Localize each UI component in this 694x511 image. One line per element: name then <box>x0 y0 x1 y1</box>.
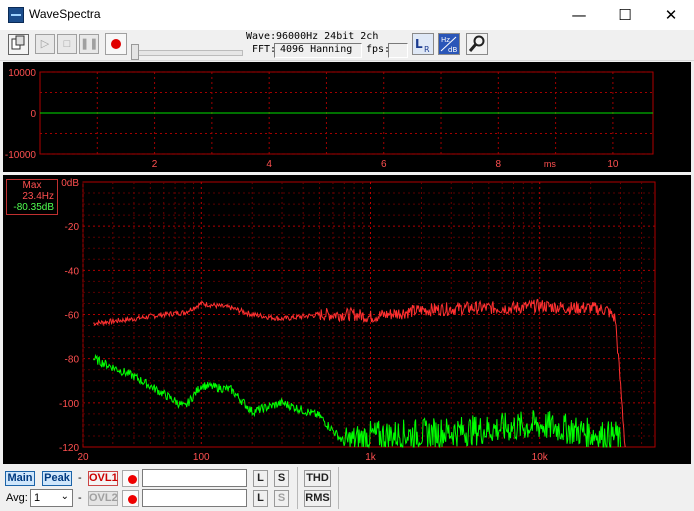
toolbar: ▷ □ ❚❚ Wave: 96000Hz 24bit 2ch FFT: 4096… <box>0 30 694 61</box>
waveform-plot: 10000 0 -10000 2 4 6 8 10 ms <box>5 68 654 170</box>
spectrum-x-tick: 100 <box>193 452 210 463</box>
spectrum-y-tick: -40 <box>65 266 80 277</box>
waveform-panel: 10000 0 -10000 2 4 6 8 10 ms <box>3 62 691 172</box>
wave-format: 96000Hz 24bit 2ch <box>276 31 379 42</box>
maximize-button[interactable]: ☐ <box>602 0 648 30</box>
spectrum-x-tick: 10k <box>532 452 549 463</box>
channel-lr-icon: LR <box>415 37 430 54</box>
rms-button[interactable]: RMS <box>304 490 331 507</box>
ovl2-save-button[interactable]: S <box>274 490 289 507</box>
ovl1-load-button[interactable]: L <box>253 470 268 487</box>
fft-label: FFT: <box>252 44 277 55</box>
fps-field <box>388 43 408 58</box>
spectrum-x-tick: 20 <box>77 452 89 463</box>
ovl2-load-button[interactable]: L <box>253 490 268 507</box>
svg-text:L: L <box>415 37 423 51</box>
chevron-down-icon: ⌄ <box>60 491 69 502</box>
fft-setting: 4096 Hanning <box>280 44 353 55</box>
spectrum-panel: 0dB -20 -40 -60 -80 -100 -120 20 100 1k 10k Max 23… <box>3 175 691 464</box>
avg-label: Avg: <box>6 492 28 504</box>
readout-title: Max <box>22 180 42 191</box>
divider <box>297 467 298 509</box>
avg-value: 1 <box>34 492 41 504</box>
wave-label: Wave: <box>246 31 277 42</box>
separator-dash-1: - <box>78 472 82 484</box>
hz-db-icon: Hz dB <box>439 34 459 54</box>
stop-button[interactable]: □ <box>57 34 77 54</box>
thd-button[interactable]: THD <box>304 470 331 487</box>
separator-dash-2: - <box>78 492 82 504</box>
spectrum-y-tick: 0dB <box>61 178 79 189</box>
title-bar: WaveSpectra — ☐ ✕ <box>0 0 694 30</box>
close-button[interactable]: ✕ <box>648 0 694 30</box>
minimize-button[interactable]: — <box>556 0 602 30</box>
readout-frequency: 23.4Hz <box>22 191 54 202</box>
settings-button[interactable] <box>466 33 488 55</box>
ovl1-button[interactable]: OVL1 <box>88 471 118 486</box>
ovl1-name-field[interactable] <box>142 469 247 487</box>
spectrum-y-tick: -60 <box>65 311 80 322</box>
spectrum-y-tick: -80 <box>65 355 80 366</box>
pause-icon: ❚❚ <box>80 38 99 50</box>
svg-text:R: R <box>424 45 430 54</box>
wave-x-tick: 6 <box>381 159 387 170</box>
spectrum-plot: 0dB -20 -40 -60 -80 -100 -12020 100 1k 10k <box>59 178 656 463</box>
play-button[interactable]: ▷ <box>35 34 55 54</box>
wave-x-tick: 8 <box>496 159 502 170</box>
clipboard-icon <box>11 35 25 50</box>
ovl1-record-button[interactable] <box>122 470 139 487</box>
fps-label: fps: <box>366 44 391 55</box>
wave-x-unit: ms <box>544 159 556 169</box>
app-icon <box>8 7 24 23</box>
peak-readout: Max 23.4Hz -80.35dB <box>6 179 58 215</box>
spectrum-y-tick: -120 <box>59 443 79 454</box>
wave-y-tick: 10000 <box>8 68 36 79</box>
position-slider-thumb[interactable] <box>131 44 139 60</box>
ovl2-record-button[interactable] <box>122 490 139 507</box>
spectrum-x-tick: 1k <box>365 452 377 463</box>
spectrum-trace-main <box>92 353 621 449</box>
avg-select[interactable]: 1 ⌄ <box>30 489 73 507</box>
spectrum-y-tick: -20 <box>65 222 80 233</box>
position-slider-track[interactable] <box>135 50 243 56</box>
svg-text:Hz: Hz <box>441 36 450 44</box>
svg-text:dB: dB <box>448 46 457 54</box>
readout-level: -80.35dB <box>13 202 54 213</box>
play-icon: ▷ <box>40 38 50 50</box>
window-title: WaveSpectra <box>29 7 101 21</box>
peak-button[interactable]: Peak <box>42 471 72 486</box>
wrench-icon <box>468 35 485 52</box>
wave-y-tick: -10000 <box>5 150 37 161</box>
hz-db-button[interactable]: Hz dB <box>438 33 460 55</box>
ovl1-save-button[interactable]: S <box>274 470 289 487</box>
divider-2 <box>338 467 339 509</box>
spectrum-y-tick: -100 <box>59 399 79 410</box>
channel-lr-button[interactable]: LR <box>412 33 434 55</box>
wave-x-tick: 10 <box>607 159 619 170</box>
record-icon <box>111 39 121 49</box>
wave-x-tick: 4 <box>266 159 272 170</box>
ovl2-name-field[interactable] <box>142 489 247 507</box>
wave-y-tick: 0 <box>30 109 36 120</box>
main-button[interactable]: Main <box>5 471 35 486</box>
open-file-button[interactable] <box>8 34 29 55</box>
ovl2-button[interactable]: OVL2 <box>88 491 118 506</box>
record-button[interactable] <box>105 33 127 55</box>
pause-button[interactable]: ❚❚ <box>79 34 99 54</box>
wave-x-tick: 2 <box>152 159 158 170</box>
stop-icon: □ <box>63 38 71 50</box>
